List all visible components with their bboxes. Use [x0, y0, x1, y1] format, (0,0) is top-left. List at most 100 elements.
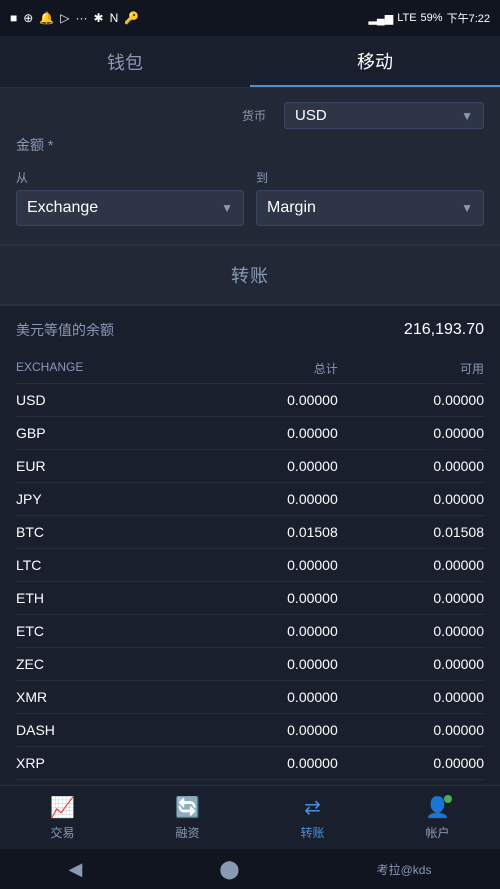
nav-account-label: 帐户	[425, 824, 449, 841]
key-icon: 🔑	[124, 11, 139, 25]
nav-trade[interactable]: 📈 交易	[0, 786, 125, 849]
available-value: 0.00000	[338, 392, 484, 408]
currency-row: 货币 USD ▼	[16, 102, 484, 129]
table-row: JPY 0.00000 0.00000	[16, 483, 484, 516]
table-row: ZEC 0.00000 0.00000	[16, 648, 484, 681]
home-button[interactable]: ⬤	[219, 859, 239, 880]
brand-label: 考拉@kds	[377, 861, 432, 878]
balance-label: 美元等值的余额	[16, 320, 114, 340]
coin-label: ZEC	[16, 656, 192, 672]
table-row: ETH 0.00000 0.00000	[16, 582, 484, 615]
transfer-button[interactable]: 转账	[231, 262, 269, 288]
total-value: 0.01508	[192, 524, 338, 540]
trade-icon: 📈	[50, 795, 75, 820]
coin-label: GBP	[16, 425, 192, 441]
available-value: 0.00000	[338, 623, 484, 639]
th-available: 可用	[338, 360, 484, 377]
battery-label: 59%	[421, 12, 443, 24]
th-total: 总计	[192, 360, 338, 377]
coin-label: ETC	[16, 623, 192, 639]
nav-funding[interactable]: 🔄 融资	[125, 786, 250, 849]
android-nav: ◀ ⬤ 考拉@kds	[0, 849, 500, 889]
time-label: 下午7:22	[447, 10, 490, 26]
available-value: 0.00000	[338, 458, 484, 474]
table-row: LTC 0.00000 0.00000	[16, 549, 484, 582]
total-value: 0.00000	[192, 491, 338, 507]
available-value: 0.01508	[338, 524, 484, 540]
table-row: DASH 0.00000 0.00000	[16, 714, 484, 747]
bottom-nav: 📈 交易 🔄 融资 ⇄ 转账 👤 帐户	[0, 785, 500, 849]
from-chevron-icon: ▼	[221, 201, 233, 215]
table-row: EUR 0.00000 0.00000	[16, 450, 484, 483]
status-left: ■ ⊕ 🔔 ▷ ··· ✱ N 🔑	[10, 11, 139, 25]
form-section: 货币 USD ▼ 金额 * 从 Exchange ▼ 到 Ma	[0, 88, 500, 244]
main-content: 货币 USD ▼ 金额 * 从 Exchange ▼ 到 Ma	[0, 88, 500, 785]
nav-transfer[interactable]: ⇄ 转账	[250, 786, 375, 849]
total-value: 0.00000	[192, 590, 338, 606]
transfer-area: 转账	[0, 245, 500, 304]
table-row: USD 0.00000 0.00000	[16, 384, 484, 417]
from-col: 从 Exchange ▼	[16, 169, 244, 226]
total-value: 0.00000	[192, 458, 338, 474]
amount-input[interactable]	[136, 137, 484, 154]
coin-label: LTC	[16, 557, 192, 573]
available-value: 0.00000	[338, 425, 484, 441]
total-value: 0.00000	[192, 557, 338, 573]
from-select[interactable]: Exchange ▼	[16, 190, 244, 226]
coin-label: DASH	[16, 722, 192, 738]
table-rows: USD 0.00000 0.00000 GBP 0.00000 0.00000 …	[16, 384, 484, 780]
total-value: 0.00000	[192, 689, 338, 705]
nfc-icon: N	[110, 11, 119, 25]
more-icon: ···	[76, 11, 88, 25]
from-to-row: 从 Exchange ▼ 到 Margin ▼	[16, 169, 484, 226]
tab-wallet-label: 钱包	[107, 49, 143, 75]
amount-label: 金额 *	[16, 135, 136, 155]
signal-icon: ▂▄▆	[368, 12, 393, 25]
back-button[interactable]: ◀	[69, 859, 83, 880]
currency-label: 货币	[242, 107, 266, 124]
available-value: 0.00000	[338, 722, 484, 738]
table-row: BTC 0.01508 0.01508	[16, 516, 484, 549]
total-value: 0.00000	[192, 425, 338, 441]
table-row: XRP 0.00000 0.00000	[16, 747, 484, 780]
amount-row: 金额 *	[16, 135, 484, 155]
to-chevron-icon: ▼	[461, 201, 473, 215]
balance-section: 美元等值的余额 216,193.70	[0, 305, 500, 354]
th-exchange: EXCHANGE	[16, 360, 192, 377]
total-value: 0.00000	[192, 392, 338, 408]
table-row: GBP 0.00000 0.00000	[16, 417, 484, 450]
lte-label: LTE	[397, 12, 416, 24]
table-header: EXCHANGE 总计 可用	[16, 354, 484, 384]
table-section: EXCHANGE 总计 可用 USD 0.00000 0.00000 GBP 0…	[0, 354, 500, 780]
available-value: 0.00000	[338, 557, 484, 573]
from-label: 从	[16, 169, 244, 186]
bluetooth-icon: ✱	[94, 11, 104, 25]
online-dot	[444, 795, 452, 803]
account-icon-wrap: 👤	[425, 795, 450, 820]
table-row: XMR 0.00000 0.00000	[16, 681, 484, 714]
table-row: ETC 0.00000 0.00000	[16, 615, 484, 648]
to-label: 到	[256, 169, 484, 186]
currency-select[interactable]: USD ▼	[284, 102, 484, 129]
play-icon: ▷	[60, 11, 69, 25]
status-bar: ■ ⊕ 🔔 ▷ ··· ✱ N 🔑 ▂▄▆ LTE 59% 下午7:22	[0, 0, 500, 36]
available-value: 0.00000	[338, 590, 484, 606]
notification-icon: 🔔	[39, 11, 54, 25]
coin-label: XMR	[16, 689, 192, 705]
nav-account[interactable]: 👤 帐户	[375, 786, 500, 849]
status-right: ▂▄▆ LTE 59% 下午7:22	[368, 10, 490, 26]
to-select[interactable]: Margin ▼	[256, 190, 484, 226]
total-value: 0.00000	[192, 623, 338, 639]
available-value: 0.00000	[338, 755, 484, 771]
app-icon-2: ⊕	[23, 11, 33, 25]
tab-wallet[interactable]: 钱包	[0, 36, 250, 87]
nav-transfer-label: 转账	[300, 824, 324, 841]
currency-value: USD	[295, 107, 327, 124]
available-value: 0.00000	[338, 656, 484, 672]
from-value: Exchange	[27, 199, 98, 217]
available-value: 0.00000	[338, 689, 484, 705]
to-value: Margin	[267, 199, 316, 217]
tab-transfer[interactable]: 移动	[250, 36, 500, 87]
app-icon-1: ■	[10, 11, 17, 25]
coin-label: JPY	[16, 491, 192, 507]
